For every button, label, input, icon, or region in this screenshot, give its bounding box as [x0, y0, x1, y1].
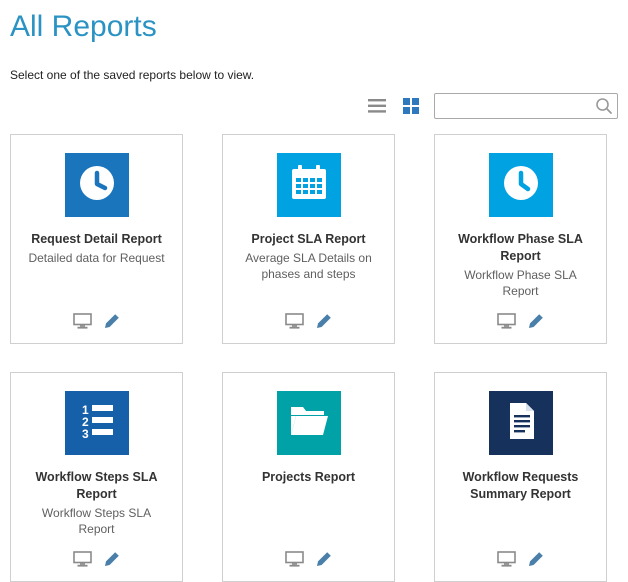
report-card[interactable]: Projects Report: [222, 372, 395, 582]
report-card[interactable]: Project SLA Report Average SLA Details o…: [222, 134, 395, 344]
calendar-icon: [289, 163, 329, 208]
grid-view-icon[interactable]: [400, 95, 422, 117]
search-input[interactable]: [434, 93, 618, 119]
page-title: All Reports: [10, 10, 618, 44]
numbered-list-icon: 1 2 3: [77, 401, 117, 446]
list-view-icon[interactable]: [366, 95, 388, 117]
report-tile: [277, 391, 341, 455]
svg-text:3: 3: [82, 427, 89, 441]
pencil-icon[interactable]: [104, 313, 120, 329]
card-actions: [435, 313, 606, 329]
report-tile: [489, 391, 553, 455]
report-title: Request Detail Report: [31, 231, 162, 248]
report-subtitle: Workflow Steps SLA Report: [19, 505, 174, 537]
report-tile: [65, 153, 129, 217]
view-toolbar: [10, 92, 618, 120]
report-title: Projects Report: [262, 469, 355, 486]
report-title: Workflow Steps SLA Report: [19, 469, 174, 503]
pencil-icon[interactable]: [528, 551, 544, 567]
report-card[interactable]: Request Detail Report Detailed data for …: [10, 134, 183, 344]
card-actions: [435, 551, 606, 567]
report-card[interactable]: 1 2 3 Workflow Steps SLA Report Workflow…: [10, 372, 183, 582]
report-title: Workflow Phase SLA Report: [443, 231, 598, 265]
report-subtitle: Workflow Phase SLA Report: [443, 267, 598, 299]
search-box: [434, 93, 618, 119]
card-actions: [223, 313, 394, 329]
page-subtitle: Select one of the saved reports below to…: [10, 68, 618, 82]
card-actions: [223, 551, 394, 567]
monitor-icon[interactable]: [497, 313, 516, 329]
pencil-icon[interactable]: [528, 313, 544, 329]
report-tile: 1 2 3: [65, 391, 129, 455]
pencil-icon[interactable]: [316, 551, 332, 567]
reports-grid: Request Detail Report Detailed data for …: [10, 134, 618, 582]
report-tile: [277, 153, 341, 217]
clock-icon: [76, 162, 118, 209]
report-subtitle: Average SLA Details on phases and steps: [231, 250, 386, 282]
open-folder-icon: [288, 403, 330, 444]
clock-icon: [500, 162, 542, 209]
pencil-icon[interactable]: [316, 313, 332, 329]
search-icon[interactable]: [595, 97, 613, 120]
report-subtitle: Detailed data for Request: [22, 250, 170, 266]
report-title: Workflow Requests Summary Report: [443, 469, 598, 503]
report-title: Project SLA Report: [251, 231, 365, 248]
pencil-icon[interactable]: [104, 551, 120, 567]
monitor-icon[interactable]: [285, 313, 304, 329]
monitor-icon[interactable]: [73, 313, 92, 329]
monitor-icon[interactable]: [73, 551, 92, 567]
report-card[interactable]: Workflow Requests Summary Report: [434, 372, 607, 582]
document-icon: [502, 401, 540, 446]
monitor-icon[interactable]: [285, 551, 304, 567]
all-reports-page: All Reports Select one of the saved repo…: [0, 0, 628, 582]
card-actions: [11, 313, 182, 329]
report-card[interactable]: Workflow Phase SLA Report Workflow Phase…: [434, 134, 607, 344]
monitor-icon[interactable]: [497, 551, 516, 567]
card-actions: [11, 551, 182, 567]
report-tile: [489, 153, 553, 217]
